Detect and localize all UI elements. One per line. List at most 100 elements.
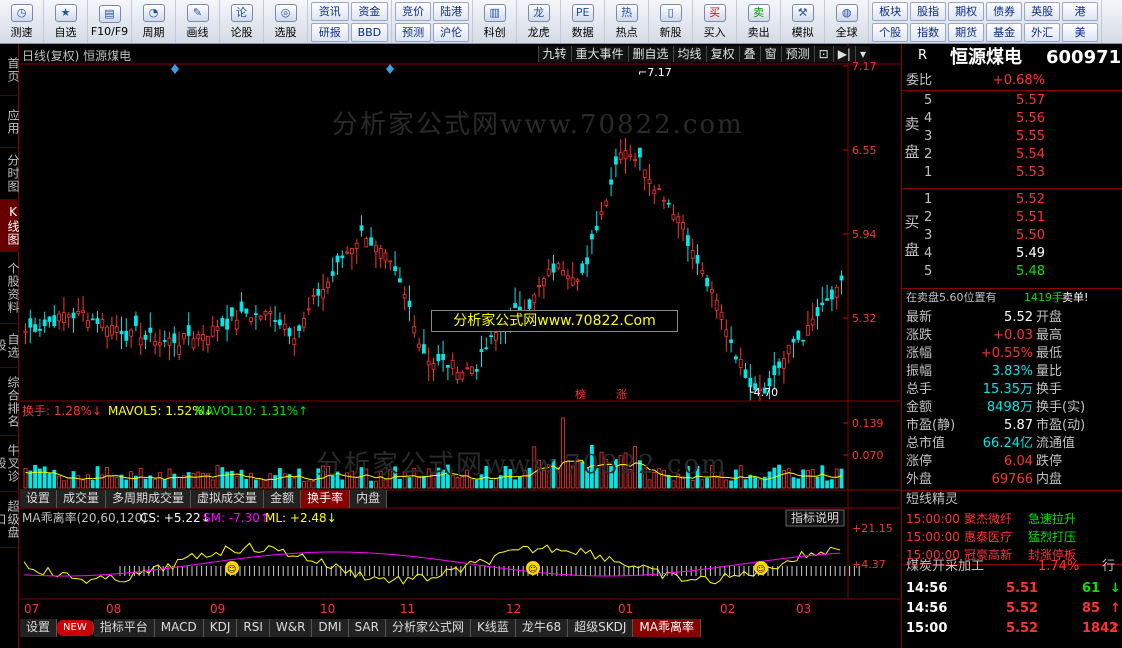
leftnav-item[interactable]: 应用 xyxy=(0,96,20,148)
collapse-icon[interactable]: ▶| xyxy=(832,46,855,62)
toolbar-small-button[interactable]: 预测 xyxy=(395,23,432,42)
volume-tab[interactable]: 金额 xyxy=(264,490,302,508)
leftnav-item[interactable]: 牛叉诊股 xyxy=(0,436,20,492)
volume-bar xyxy=(796,478,801,489)
chart-tab[interactable]: 删自选 xyxy=(627,46,673,62)
toolbar-data-button[interactable]: PE 数据 xyxy=(561,0,606,43)
toolbar-small-button[interactable]: 期权 xyxy=(948,2,985,21)
volume-tab[interactable]: 成交量 xyxy=(57,490,107,508)
toolbar-small-button[interactable]: 期货 xyxy=(948,23,985,42)
leftnav-item[interactable]: K线图 xyxy=(0,200,20,252)
toolbar-small-button[interactable]: 指数 xyxy=(910,23,947,42)
tick-price: 5.51 xyxy=(1006,581,1039,596)
volume-tab[interactable]: 多周期成交量 xyxy=(106,490,192,508)
pencil-icon: ✎ xyxy=(186,3,209,22)
leftnav-item[interactable]: 综合排名 xyxy=(0,368,20,436)
toolbar-small-button[interactable]: 英股 xyxy=(1024,2,1061,21)
lhb-marker[interactable]: 榜 xyxy=(575,387,586,401)
leftnav-item[interactable]: 首页 xyxy=(0,44,20,96)
indicator-tab[interactable]: KDJ xyxy=(203,619,238,637)
toolbar-small-button[interactable]: 股指 xyxy=(910,2,947,21)
quote-row: 5 5.48 xyxy=(902,263,1122,281)
volume-bar xyxy=(623,452,628,489)
chart-tab[interactable]: 九转 xyxy=(537,46,571,62)
chart-tab[interactable]: 窗 xyxy=(759,46,781,62)
kline-chart-svg[interactable]: 7.176.555.945.32⌐7.17└4.70榜 涨换手: 1.28%↓ MA… xyxy=(20,44,900,648)
indicator-tab[interactable]: RSI xyxy=(237,619,270,637)
leftnav-item[interactable]: 分时图 xyxy=(0,148,20,200)
toolbar-small-button[interactable]: 板块 xyxy=(872,2,909,21)
chart-tab[interactable]: 重大事件 xyxy=(570,46,628,62)
toolbar-kechuang-button[interactable]: ▥ 科创 xyxy=(473,0,518,43)
indicator-tab[interactable]: DMI xyxy=(312,619,349,637)
leftnav-item[interactable]: 自选股 xyxy=(0,324,20,368)
sell-level: 4 xyxy=(924,111,933,126)
sprite-stock[interactable]: 惠泰医疗 xyxy=(964,528,1012,546)
indicator-tab[interactable]: SAR xyxy=(348,619,386,637)
chart-area[interactable]: 7.17 6.55 5.94 5.32 ⌐7.17 └4.70 榜涨换手: 1.28%↓ MA… xyxy=(20,44,900,648)
indicator-tab[interactable]: 超级SKDJ xyxy=(568,619,634,637)
volume-tab[interactable]: 换手率 xyxy=(301,490,351,508)
toolbar-small-button[interactable]: 资金 xyxy=(350,2,389,21)
toolbar-small-button[interactable]: 外汇 xyxy=(1024,23,1061,42)
toolbar-buy-button[interactable]: 买买入 xyxy=(693,0,738,43)
chart-tab[interactable]: 复权 xyxy=(705,46,739,62)
toolbar-clock-button[interactable]: ◔ 周期 xyxy=(132,0,176,43)
toolbar-sell-button[interactable]: 卖卖出 xyxy=(737,0,782,43)
volume-tab[interactable]: 虚拟成交量 xyxy=(191,490,265,508)
toolbar-label: 买入 xyxy=(703,25,726,39)
toolbar-small-button[interactable]: 港 xyxy=(1062,2,1099,21)
indicator-tab[interactable]: W&R xyxy=(269,619,313,637)
select-stock-icon: ◎ xyxy=(274,3,297,22)
toolbar-f10-button[interactable]: ▤ F10/F9 xyxy=(88,0,132,43)
toolbar-star-button[interactable]: ★ 自选 xyxy=(44,0,88,43)
dropdown-icon[interactable]: ▾ xyxy=(854,46,870,62)
indicator-tab[interactable]: NEW xyxy=(57,620,94,636)
toolbar-pencil-button[interactable]: ✎ 画线 xyxy=(176,0,220,43)
order-notice: 在卖盘5.60位置有 xyxy=(906,291,997,304)
toolbar-speed-button[interactable]: ◷ 测速 xyxy=(0,0,44,43)
toolbar-small-button[interactable]: 竞价 xyxy=(395,2,432,21)
sprite-stock[interactable]: 聚杰微纤 xyxy=(964,510,1012,528)
toolbar-newstock-button[interactable]: ▯ 新股 xyxy=(649,0,694,43)
indicator-tab[interactable]: K线蓝 xyxy=(470,619,516,637)
quote-row: 短线精灵 xyxy=(902,491,1122,509)
toolbar-lungu-button[interactable]: 论论股 xyxy=(220,0,264,43)
volume-bar xyxy=(753,477,757,489)
toolbar-small-button[interactable]: 债券 xyxy=(986,2,1023,21)
leftnav-item[interactable]: 超级盘口 xyxy=(0,492,20,548)
toolbar-small-button[interactable]: BBD xyxy=(350,23,389,42)
volume-bar xyxy=(263,479,268,489)
toolbar-dragon-tiger-button[interactable]: 龙龙虎 xyxy=(517,0,562,43)
indicator-tab[interactable]: 设置 xyxy=(20,619,58,637)
toolbar-select-stock-button[interactable]: ◎ 选股 xyxy=(264,0,308,43)
toolbar-small-button[interactable]: 美 xyxy=(1062,23,1099,42)
tick-volume: 85 xyxy=(1082,601,1101,616)
leftnav-item[interactable]: 个股资料 xyxy=(0,252,20,324)
sell-level: 2 xyxy=(924,147,933,162)
toolbar-hot-button[interactable]: 热热点 xyxy=(605,0,650,43)
sector-name[interactable]: 煤炭开采加工 xyxy=(906,558,984,576)
toolbar-small-button[interactable]: 陆港 xyxy=(433,2,470,21)
chart-tab[interactable]: 叠 xyxy=(738,46,760,62)
indicator-tab[interactable]: MA乖离率 xyxy=(633,619,701,637)
volume-tab[interactable]: 设置 xyxy=(20,490,58,508)
volume-tab[interactable]: 内盘 xyxy=(350,490,388,508)
chart-tab[interactable]: 预测 xyxy=(780,46,814,62)
indicator-tab[interactable]: 指标平台 xyxy=(93,619,155,637)
indicator-tab[interactable]: 龙牛68 xyxy=(515,619,569,637)
quote-row: 涨幅 +0.55% 最低 xyxy=(902,345,1122,363)
toolbar-small-button[interactable]: 个股 xyxy=(872,23,909,42)
chart-tab[interactable]: 均线 xyxy=(672,46,706,62)
indicator-tab[interactable]: MACD xyxy=(154,619,204,637)
limit-up-marker[interactable]: 涨 xyxy=(616,388,627,401)
toolbar-small-button[interactable]: 研报 xyxy=(311,23,349,42)
chart-bg xyxy=(20,44,900,648)
toolbar-small-button[interactable]: 资讯 xyxy=(311,2,349,21)
toolbar-globe-button[interactable]: ◍ 全球 xyxy=(825,0,870,43)
toolbar-small-button[interactable]: 沪伦 xyxy=(433,23,470,42)
toolbar-small-button[interactable]: 基金 xyxy=(986,23,1023,42)
indicator-tab[interactable]: 分析家公式网 xyxy=(385,619,471,637)
toolbar-simulate-button[interactable]: ⚒ 模拟 xyxy=(781,0,826,43)
lock-icon[interactable]: ⊡ xyxy=(813,46,833,62)
